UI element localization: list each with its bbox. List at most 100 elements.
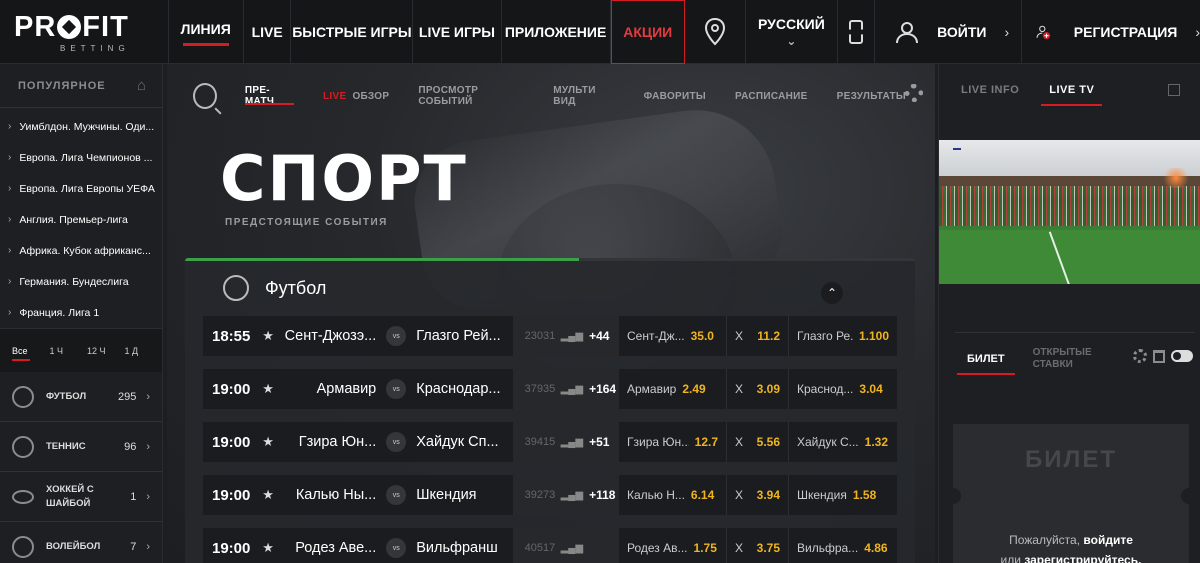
match-row[interactable]: 19:00 ★ Армавир vs Краснодар... 37935 ▂▄▆ +164 А… (203, 369, 897, 409)
nav-promotions[interactable]: АКЦИИ (610, 0, 685, 64)
away-team: Шкендия (416, 487, 477, 503)
period-1d[interactable]: 1 Д (125, 346, 163, 356)
odd-draw[interactable]: X 3.94 (727, 475, 789, 515)
odd-draw[interactable]: X 11.2 (727, 316, 789, 356)
tab-favorites[interactable]: ФАВОРИТЫ (644, 91, 706, 102)
star-icon[interactable]: ★ (258, 434, 278, 450)
more-markets[interactable]: +44 (589, 329, 609, 343)
chevron-right-icon: › (146, 390, 150, 403)
tab-live-overview[interactable]: LIVE ОБЗОР (323, 91, 389, 102)
popular-item[interactable]: › Уимблдон. Мужчины. Оди... (0, 111, 162, 142)
sport-football[interactable]: ФУТБОЛ 295 › (0, 372, 162, 422)
bet-slip-button[interactable] (838, 0, 876, 64)
search-icon[interactable] (193, 83, 217, 109)
score-overlay (953, 148, 961, 150)
media-tabs: LIVE INFO LIVE TV (939, 64, 1200, 116)
match-info[interactable]: 40517 ▂▄▆ (512, 528, 619, 563)
star-icon[interactable]: ★ (258, 381, 278, 397)
gear-icon[interactable] (905, 84, 923, 102)
collapse-button[interactable]: ⌃ (821, 282, 843, 304)
more-markets[interactable]: +164 (589, 382, 616, 396)
match-info[interactable]: 23031 ▂▄▆ +44 (512, 316, 619, 356)
tab-multi-view[interactable]: МУЛЬТИ ВИД (553, 85, 614, 107)
nav-line[interactable]: ЛИНИЯ (169, 0, 244, 64)
sport-ice-hockey[interactable]: ХОККЕЙ С ШАЙБОЙ 1 › (0, 472, 162, 522)
odd-home[interactable]: Армавир 2.49 (619, 369, 727, 409)
odd-away[interactable]: Глазго Ре...1.100 (789, 316, 897, 356)
match-info[interactable]: 37935 ▂▄▆ +164 (512, 369, 619, 409)
login-link[interactable]: войдите (1083, 533, 1132, 547)
nav-live-games[interactable]: LIVE ИГРЫ (413, 0, 502, 64)
match-info[interactable]: 39415 ▂▄▆ +51 (512, 422, 619, 462)
nav-live[interactable]: LIVE (244, 0, 292, 64)
register-button[interactable]: РЕГИСТРАЦИЯ › (1022, 0, 1200, 64)
match-row[interactable]: 19:00 ★ Гзира Юн... vs Хайдук Сп... 39415 ▂▄▆ +… (203, 422, 897, 462)
popular-item[interactable]: › Германия. Бундеслига (0, 266, 162, 297)
nav-fast-games[interactable]: БЫСТРЫЕ ИГРЫ (291, 0, 414, 64)
popular-item[interactable]: › Европа. Лига Чемпионов ... (0, 142, 162, 173)
sport-volleyball[interactable]: ВОЛЕЙБОЛ 7 › (0, 522, 162, 563)
match-row[interactable]: 19:00 ★ Калью Ны... vs Шкендия 39273 ▂▄▆ +118 Ка… (203, 475, 897, 515)
register-link[interactable]: зарегистрируйтесь. (1024, 553, 1141, 563)
odd-home[interactable]: Калью Н... 6.14 (619, 475, 727, 515)
odd-home[interactable]: Сент-Дж... 35.0 (619, 316, 727, 356)
popular-item[interactable]: › Франция. Лига 1 (0, 297, 162, 328)
stats-icon: ▂▄▆ (560, 489, 584, 501)
location-button[interactable] (685, 0, 747, 64)
home-team: Сент-Джозэ... (284, 328, 377, 344)
odd-away[interactable]: Хайдук С... 1.32 (789, 422, 897, 462)
odd-home[interactable]: Гзира Юн... 12.7 (619, 422, 727, 462)
sport-tennis[interactable]: ТЕННИС 96 › (0, 422, 162, 472)
more-markets[interactable]: +118 (589, 488, 615, 502)
sport-name: ВОЛЕЙБОЛ (46, 540, 101, 552)
sport-name: ХОККЕЙ С ШАЙБОЙ (46, 483, 94, 509)
popular-item[interactable]: › Европа. Лига Европы УЕФА (0, 173, 162, 204)
location-pin-icon (705, 18, 726, 46)
expand-icon[interactable] (1168, 84, 1180, 96)
live-video-player[interactable] (939, 140, 1200, 284)
stats-icon: ▂▄▆ (560, 436, 584, 448)
popular-item[interactable]: › Африка. Кубок африканс... (0, 235, 162, 266)
odd-away[interactable]: Шкендия 1.58 (789, 475, 897, 515)
tab-ticket[interactable]: БИЛЕТ (957, 353, 1015, 375)
language-selector[interactable]: РУССКИЙ ⌄ (746, 0, 838, 64)
tab-event-view[interactable]: ПРОСМОТР СОБЫТИЙ (418, 85, 524, 107)
tab-schedule[interactable]: РАСПИСАНИЕ (735, 91, 808, 102)
trash-icon[interactable] (1153, 349, 1165, 363)
tab-prematch[interactable]: ПРЕ-МАТЧ (244, 85, 295, 107)
tab-live-info[interactable]: LIVE INFO (961, 84, 1019, 96)
period-all[interactable]: Все (12, 346, 50, 361)
nav-app[interactable]: ПРИЛОЖЕНИЕ (502, 0, 611, 64)
match-row[interactable]: 19:00 ★ Родез Аве... vs Вильфранш 40517 ▂▄▆ Род… (203, 528, 897, 563)
tab-open-bets[interactable]: ОТКРЫТЫЕ СТАВКИ (1033, 347, 1103, 371)
away-team: Глазго Рей... (416, 328, 501, 344)
popular-title: ПОПУЛЯРНОЕ (18, 79, 106, 92)
gear-icon[interactable] (1133, 349, 1147, 363)
odd-draw[interactable]: X 3.75 (727, 528, 789, 563)
period-1h[interactable]: 1 Ч (50, 346, 88, 356)
match-row[interactable]: 18:55 ★ Сент-Джозэ... vs Глазго Рей... 23031 ▂… (203, 316, 897, 356)
stats-icon: ▂▄▆ (560, 542, 584, 554)
tab-live-tv[interactable]: LIVE TV (1041, 84, 1103, 106)
add-user-icon (1036, 25, 1051, 40)
odd-draw[interactable]: X 3.09 (727, 369, 789, 409)
period-12h[interactable]: 12 Ч (87, 346, 125, 356)
home-icon[interactable]: ⌂ (137, 77, 146, 94)
star-icon[interactable]: ★ (258, 540, 278, 556)
popular-item[interactable]: › Англия. Премьер-лига (0, 204, 162, 235)
match-info[interactable]: 39273 ▂▄▆ +118 (512, 475, 619, 515)
toggle-switch[interactable] (1171, 350, 1193, 362)
odd-away[interactable]: Краснод... 3.04 (789, 369, 897, 409)
match-id: 39273 (524, 489, 556, 501)
logo[interactable]: PR FIT BETTING (0, 0, 169, 64)
login-button[interactable]: ВОЙТИ › (875, 0, 1022, 64)
tab-results[interactable]: РЕЗУЛЬТАТЫ (837, 91, 906, 102)
away-team: Вильфранш (416, 540, 498, 556)
star-icon[interactable]: ★ (258, 328, 278, 344)
star-icon[interactable]: ★ (258, 487, 278, 503)
odd-away[interactable]: Вильфра... 4.86 (789, 528, 897, 563)
more-markets[interactable]: +51 (589, 435, 609, 449)
odd-draw[interactable]: X 5.56 (727, 422, 789, 462)
odd-home[interactable]: Родез Ав... 1.75 (619, 528, 727, 563)
sport-count: 7 (130, 540, 137, 553)
